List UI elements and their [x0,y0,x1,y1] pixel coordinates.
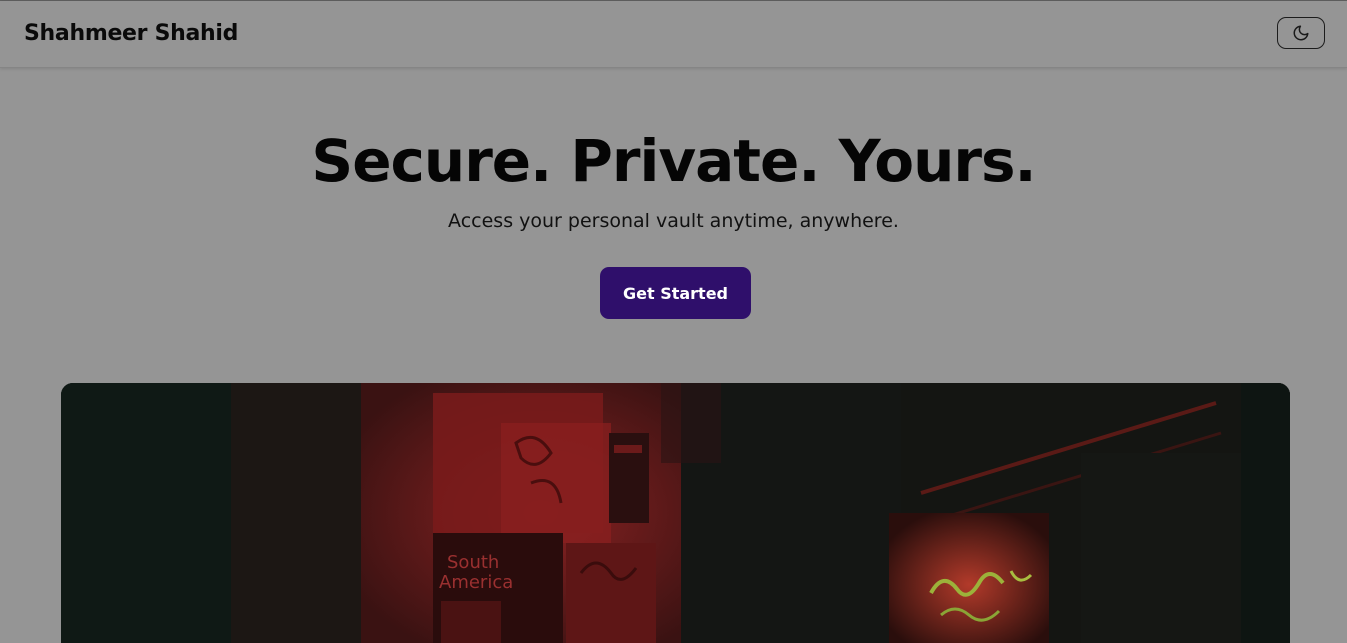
site-brand[interactable]: Shahmeer Shahid [24,19,238,49]
theme-toggle-button[interactable] [1277,17,1325,49]
poster-text-south: South [447,552,499,573]
hero-subtitle: Access your personal vault anytime, anyw… [448,210,899,232]
hero-title: Secure. Private. Yours. [311,127,1036,195]
hero-image: South America [61,383,1290,643]
navbar: Shahmeer Shahid [0,1,1347,68]
poster-text-america: America [439,572,513,593]
get-started-button[interactable]: Get Started [600,267,751,319]
moon-icon [1292,24,1310,42]
hero-photo-illustration: South America [61,383,1290,643]
